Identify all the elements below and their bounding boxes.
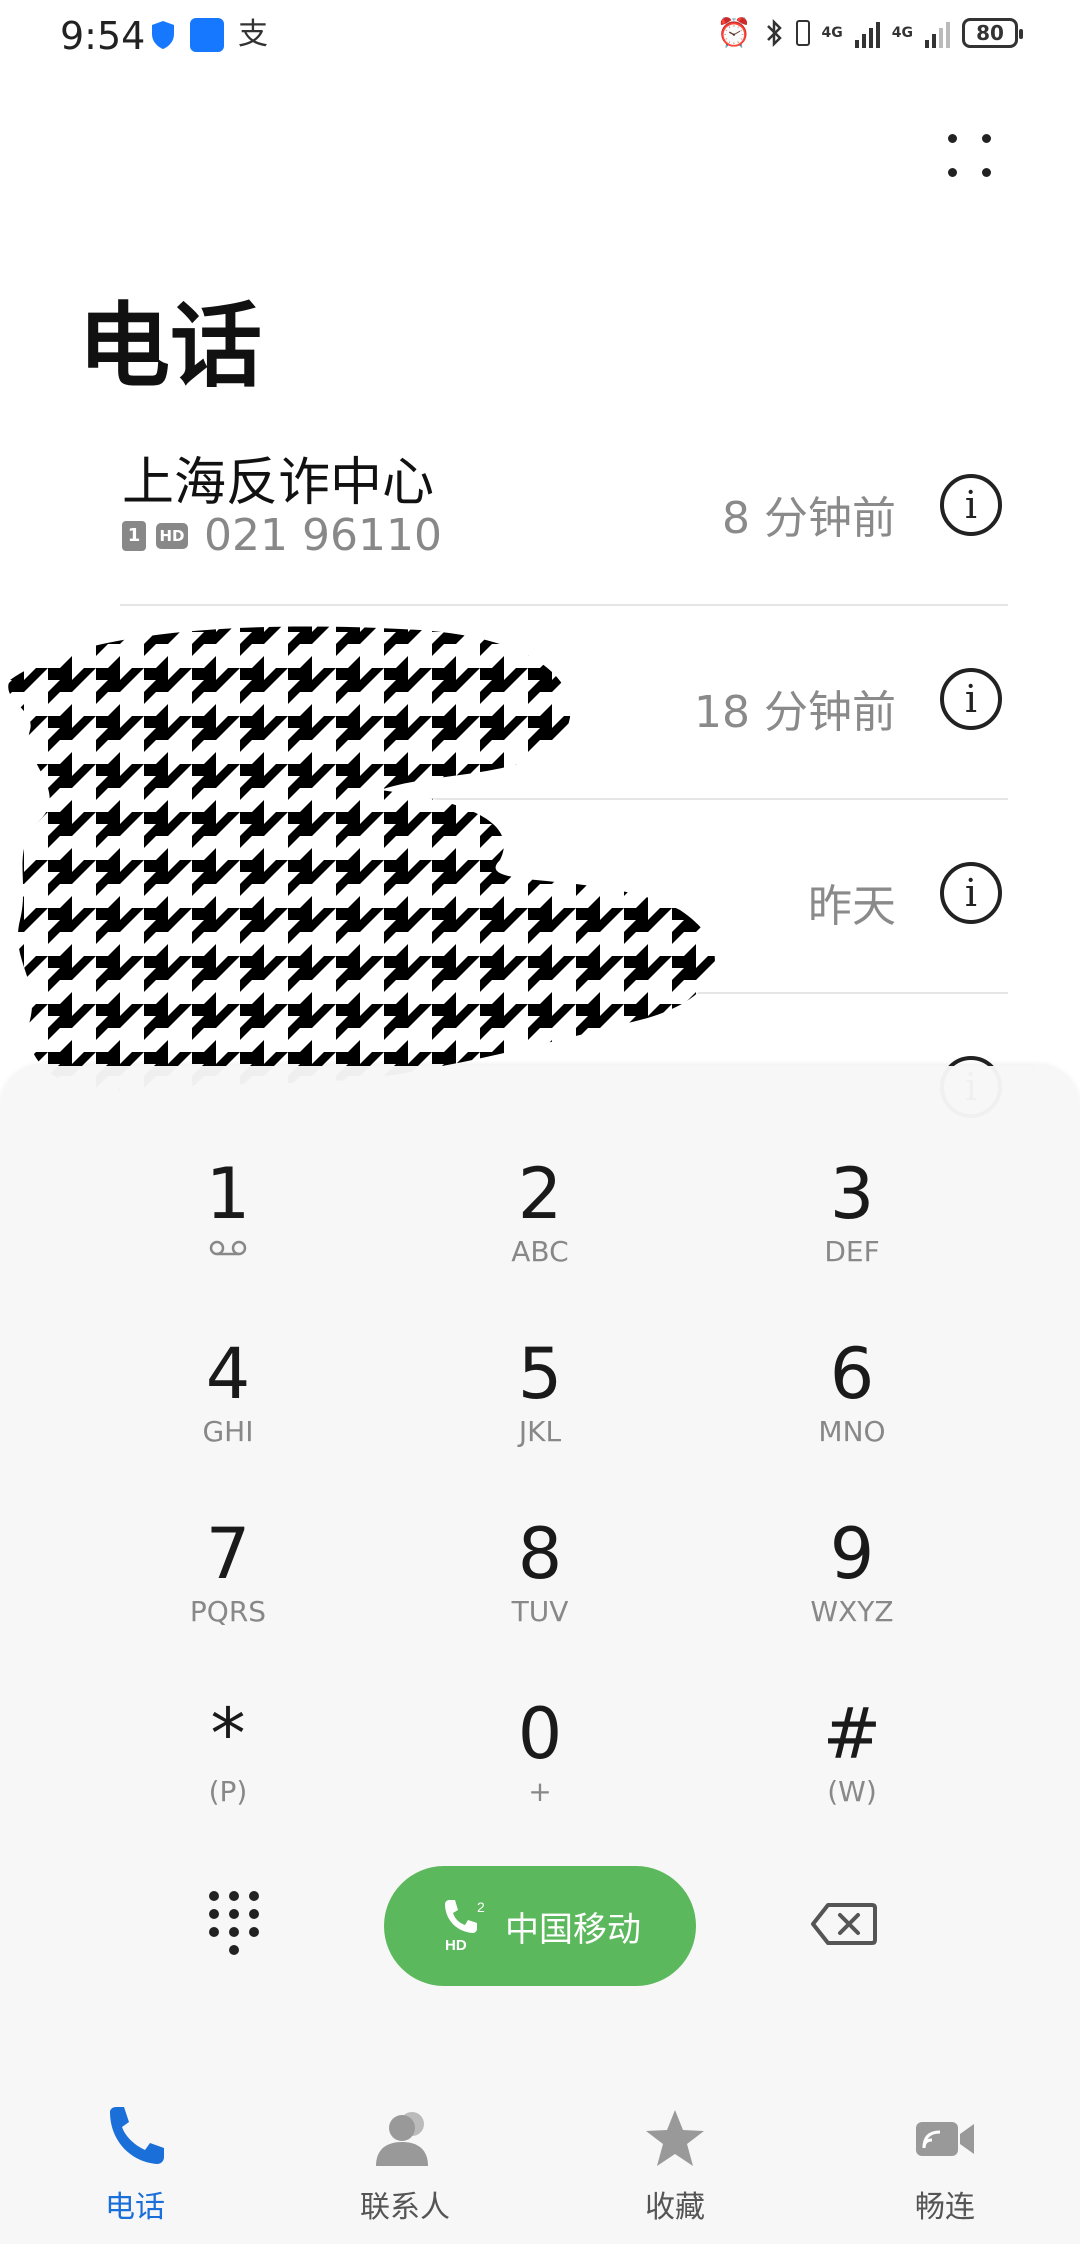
dial-key-8[interactable]: 8 TUV: [420, 1506, 660, 1666]
status-time: 9:54: [60, 14, 146, 58]
dial-digit: 3: [829, 1153, 875, 1235]
dial-letters: ABC: [511, 1235, 569, 1268]
dial-key-0[interactable]: 0 +: [420, 1686, 660, 1846]
bluetooth-icon: [766, 18, 782, 47]
dial-digit: 2: [517, 1153, 563, 1235]
phone-number: 021 96110: [204, 510, 442, 561]
alipay-icon: 支: [238, 17, 268, 52]
battery-icon: 80: [962, 17, 1023, 48]
call-log-item[interactable]: 上海反诈中心 1 HD 021 96110 8 分钟前 i: [120, 410, 1008, 606]
backspace-icon[interactable]: [810, 1902, 878, 1946]
info-icon[interactable]: i: [940, 474, 1002, 536]
info-icon[interactable]: i: [940, 862, 1002, 924]
dial-digit: 6: [829, 1333, 875, 1415]
status-notification-icons: 支: [150, 18, 268, 52]
call-sim-label: 2: [477, 1899, 485, 1915]
status-bar: 9:54 支 ⏰ 4G 4G 80: [0, 0, 1080, 72]
dial-letters: +: [528, 1775, 552, 1808]
dial-letters: TUV: [511, 1595, 569, 1628]
dial-key-hash[interactable]: # (W): [732, 1686, 972, 1846]
hd-call-icon: 2 HD: [445, 1899, 485, 1954]
tab-label: 收藏: [645, 2190, 705, 2225]
dial-digit: 4: [205, 1333, 251, 1415]
signal-icon: [854, 18, 880, 48]
dialpad-toggle-icon[interactable]: [206, 1888, 262, 1958]
signal-icon-2: [925, 18, 950, 48]
dial-digit: 1: [205, 1153, 251, 1235]
dial-digit: 0: [517, 1693, 563, 1775]
bottom-navigation: 电话 联系人 收藏 畅连: [0, 2074, 1080, 2244]
call-time: 8 分钟前: [722, 493, 896, 544]
tab-contacts[interactable]: 联系人: [305, 2104, 505, 2226]
dial-digit: 5: [517, 1333, 563, 1415]
app-notification-icon: [190, 18, 224, 52]
dial-key-3[interactable]: 3 DEF: [732, 1146, 972, 1306]
dial-letters: (P): [208, 1775, 248, 1808]
more-options-icon[interactable]: [944, 130, 1000, 186]
dial-key-7[interactable]: 7 PQRS: [108, 1506, 348, 1666]
tab-label: 联系人: [360, 2190, 450, 2225]
dial-key-1[interactable]: 1: [108, 1146, 348, 1306]
network-type-label-2: 4G: [891, 24, 913, 41]
dial-digit: #: [822, 1693, 882, 1775]
dial-digit: *: [210, 1693, 246, 1775]
call-hd-label: HD: [445, 1937, 467, 1954]
dial-letters: GHI: [202, 1415, 254, 1448]
shield-icon: [152, 21, 174, 49]
contact-name: 上海反诈中心: [122, 453, 435, 513]
dial-letters: JKL: [518, 1415, 562, 1448]
network-type-label: 4G: [821, 24, 843, 41]
sim-1-icon: 1: [122, 520, 146, 551]
call-details: 1 HD 021 96110: [122, 510, 442, 561]
alarm-icon: ⏰: [716, 16, 752, 49]
dial-letters: MNO: [818, 1415, 886, 1448]
dial-letters: DEF: [824, 1235, 880, 1268]
dial-key-5[interactable]: 5 JKL: [420, 1326, 660, 1486]
dial-letters: WXYZ: [810, 1595, 894, 1628]
dial-letters: (W): [827, 1775, 877, 1808]
info-icon[interactable]: i: [940, 668, 1002, 730]
tab-favorites[interactable]: 收藏: [575, 2104, 775, 2226]
contacts-icon: [376, 2112, 428, 2166]
dial-digit: 8: [517, 1513, 563, 1595]
vibrate-icon: [795, 19, 810, 46]
call-button[interactable]: 2 HD 中国移动: [384, 1866, 696, 1986]
dial-key-2[interactable]: 2 ABC: [420, 1146, 660, 1306]
status-system-icons: ⏰ 4G 4G 80: [716, 16, 1023, 49]
phone-icon: [110, 2107, 164, 2164]
hd-icon: HD: [156, 522, 188, 549]
dial-key-6[interactable]: 6 MNO: [732, 1326, 972, 1486]
dial-digit: 7: [205, 1513, 251, 1595]
battery-level: 80: [976, 20, 1004, 45]
dial-key-4[interactable]: 4 GHI: [108, 1326, 348, 1486]
call-time: 昨天: [808, 881, 896, 932]
dial-digit: 9: [829, 1513, 875, 1595]
tab-phone[interactable]: 电话: [35, 2104, 235, 2226]
dial-key-9[interactable]: 9 WXYZ: [732, 1506, 972, 1666]
dial-letters: PQRS: [189, 1595, 267, 1628]
voicemail-icon: [209, 1240, 247, 1256]
tab-label: 畅连: [915, 2190, 975, 2225]
star-icon: [646, 2110, 704, 2166]
video-icon: [916, 2122, 974, 2156]
tab-label: 电话: [105, 2190, 165, 2225]
carrier-label: 中国移动: [505, 1910, 641, 1949]
page-title: 电话: [78, 293, 263, 400]
dial-key-star[interactable]: * (P): [108, 1686, 348, 1846]
tab-meetime[interactable]: 畅连: [845, 2104, 1045, 2226]
redaction-overlay: [8, 626, 715, 1091]
